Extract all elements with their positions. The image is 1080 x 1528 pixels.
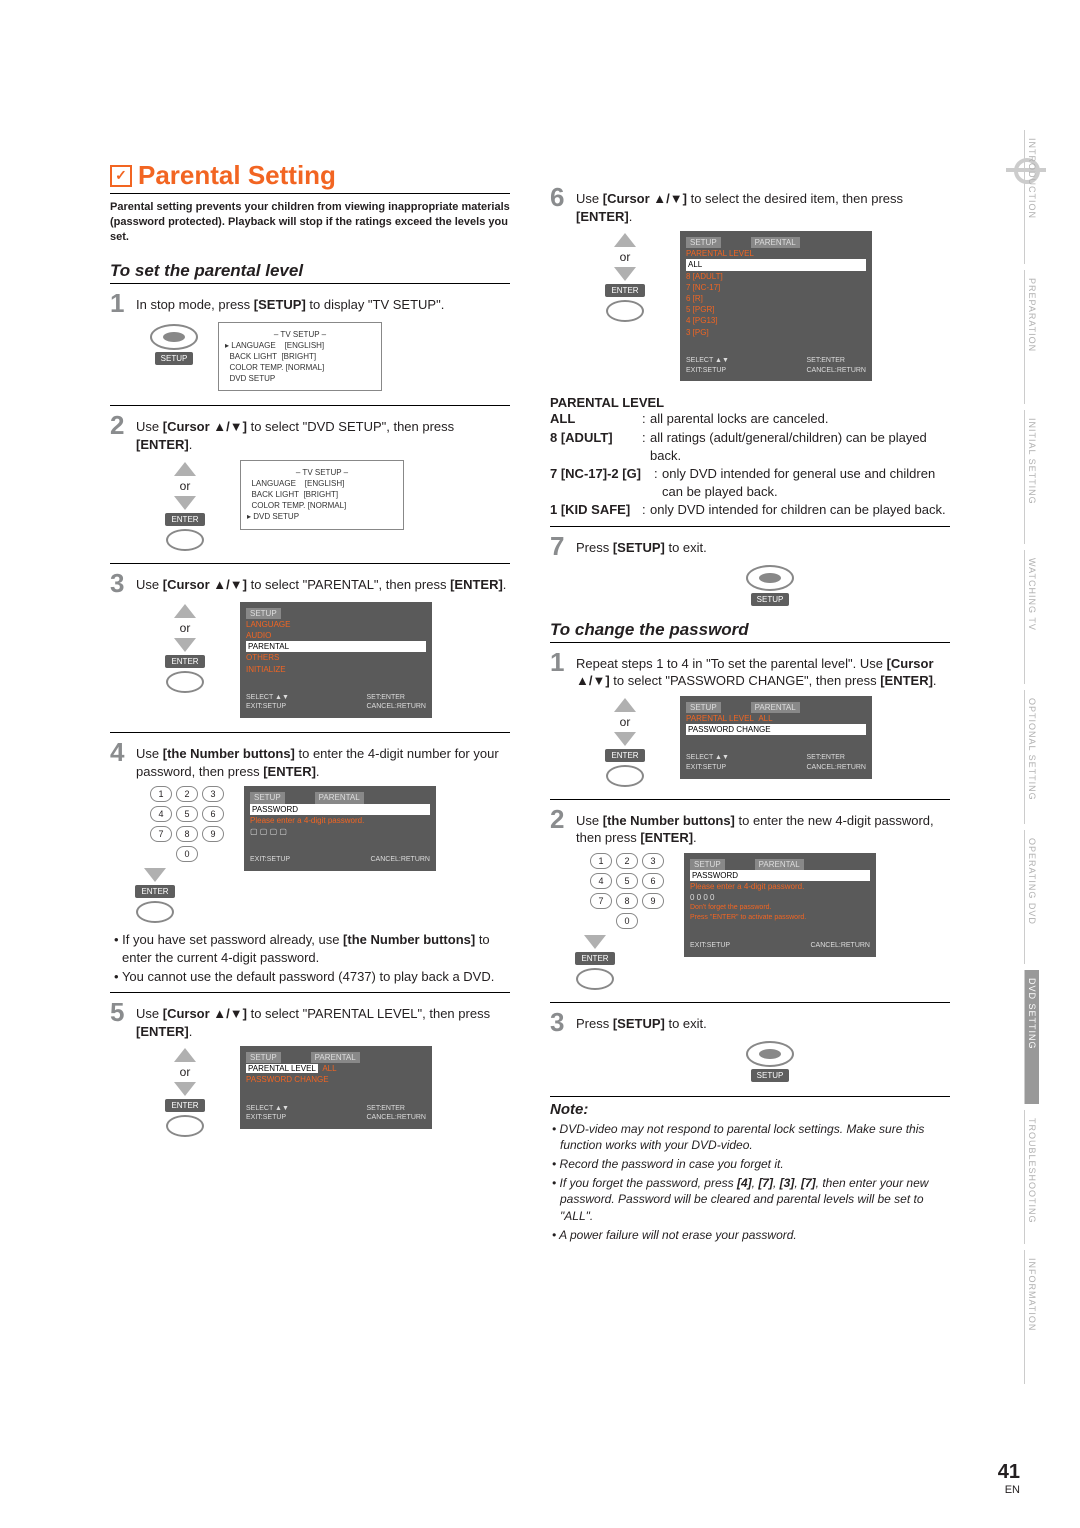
tab-initial-setting: INITIAL SETTING — [1024, 410, 1039, 544]
step-7: 7Press [SETUP] to exit. — [550, 533, 950, 559]
tab-operating-dvd: OPERATING DVD — [1024, 830, 1039, 964]
page-footer: 41 EN — [998, 1461, 1020, 1496]
page-number: 41 — [998, 1461, 1020, 1484]
step-b2: 2Use [the Number buttons] to enter the n… — [550, 806, 950, 847]
tab-information: INFORMATION — [1024, 1250, 1039, 1384]
step-4-note-2: • You cannot use the default password (4… — [110, 968, 510, 986]
parental-level-definitions: ALL:all parental locks are canceled. 8 [… — [550, 410, 950, 519]
step-6: 6Use [Cursor ▲/▼] to select the desired … — [550, 184, 950, 225]
osd-tv-setup-2: – TV SETUP – LANGUAGE [ENGLISH] BACK LIG… — [240, 460, 404, 530]
osd-level-list: SETUPPARENTAL PARENTAL LEVEL ALL 8 [ADUL… — [680, 231, 872, 381]
section-set-level: To set the parental level — [110, 261, 510, 284]
note-3: • If you forget the password, press [4],… — [550, 1175, 950, 1224]
note-2: • Record the password in case you forget… — [550, 1156, 950, 1172]
cursor-enter-glyph-4: orENTER — [590, 233, 660, 322]
osd-setup-menu: SETUP LANGUAGEAUDIOPARENTALOTHERSINITIAL… — [240, 602, 432, 719]
cursor-enter-glyph: orENTER — [150, 462, 220, 551]
section-change-password: To change the password — [550, 620, 950, 643]
step-1-text: In stop mode, press [SETUP] to display "… — [136, 297, 444, 312]
setup-button-glyph-2: SETUP — [590, 565, 950, 606]
page-title-row: ✓ Parental Setting — [110, 160, 510, 194]
tab-introduction: INTRODUCTION — [1024, 130, 1039, 264]
tab-watching-tv: WATCHING TV — [1024, 550, 1039, 684]
setup-button-glyph-3: SETUP — [590, 1041, 950, 1082]
step-5: 5Use [Cursor ▲/▼] to select "PARENTAL LE… — [110, 999, 510, 1040]
side-tabs: INTRODUCTION PREPARATION INITIAL SETTING… — [1024, 130, 1042, 1390]
parental-level-heading: PARENTAL LEVEL — [550, 395, 950, 410]
note-4: • A power failure will not erase your pa… — [550, 1227, 950, 1243]
step-b3: 3Press [SETUP] to exit. — [550, 1009, 950, 1035]
number-pad-glyph: 1234567890 ENTER — [110, 782, 224, 929]
step-4: 4Use [the Number buttons] to enter the 4… — [110, 739, 510, 780]
page-lang: EN — [998, 1484, 1020, 1496]
osd-parental-level: SETUPPARENTAL PARENTAL LEVEL ALL PASSWOR… — [240, 1046, 432, 1129]
note-title: Note: — [550, 1101, 950, 1118]
checkbox-icon: ✓ — [110, 165, 132, 187]
step-3: 3Use [Cursor ▲/▼] to select "PARENTAL", … — [110, 570, 510, 596]
note-box: Note: • DVD-video may not respond to par… — [550, 1096, 950, 1243]
osd-password-new: SETUPPARENTAL PASSWORD Please enter a 4-… — [684, 853, 876, 957]
left-column: ✓ Parental Setting Parental setting prev… — [110, 160, 510, 1246]
cursor-enter-glyph-5: orENTER — [590, 698, 660, 787]
tab-preparation: PREPARATION — [1024, 270, 1039, 404]
tab-optional-setting: OPTIONAL SETTING — [1024, 690, 1039, 824]
page-title: Parental Setting — [138, 160, 336, 191]
osd-password-entry: SETUPPARENTAL PASSWORD Please enter a 4-… — [244, 786, 436, 871]
step-4-note-1: • If you have set password already, use … — [110, 931, 510, 966]
tab-troubleshooting: TROUBLESHOOTING — [1024, 1110, 1039, 1244]
right-column: 6Use [Cursor ▲/▼] to select the desired … — [550, 160, 950, 1246]
tab-dvd-setting: DVD SETTING — [1024, 970, 1039, 1104]
osd-tv-setup-1: – TV SETUP – ▸ LANGUAGE [ENGLISH] BACK L… — [218, 322, 382, 392]
cursor-enter-glyph-3: orENTER — [150, 1048, 220, 1137]
note-1: • DVD-video may not respond to parental … — [550, 1121, 950, 1153]
cursor-enter-glyph-2: orENTER — [150, 604, 220, 693]
step-2: 2Use [Cursor ▲/▼] to select "DVD SETUP",… — [110, 412, 510, 453]
osd-password-change: SETUPPARENTAL PARENTAL LEVEL ALL PASSWOR… — [680, 696, 872, 779]
manual-page: INTRODUCTION PREPARATION INITIAL SETTING… — [0, 0, 1080, 1528]
step-b1: 1Repeat steps 1 to 4 in "To set the pare… — [550, 649, 950, 690]
intro-text: Parental setting prevents your children … — [110, 200, 510, 245]
number-pad-glyph-2: 1234567890 ENTER — [550, 849, 664, 996]
step-1: 1In stop mode, press [SETUP] to display … — [110, 290, 510, 316]
setup-button-glyph: SETUP — [150, 324, 198, 365]
